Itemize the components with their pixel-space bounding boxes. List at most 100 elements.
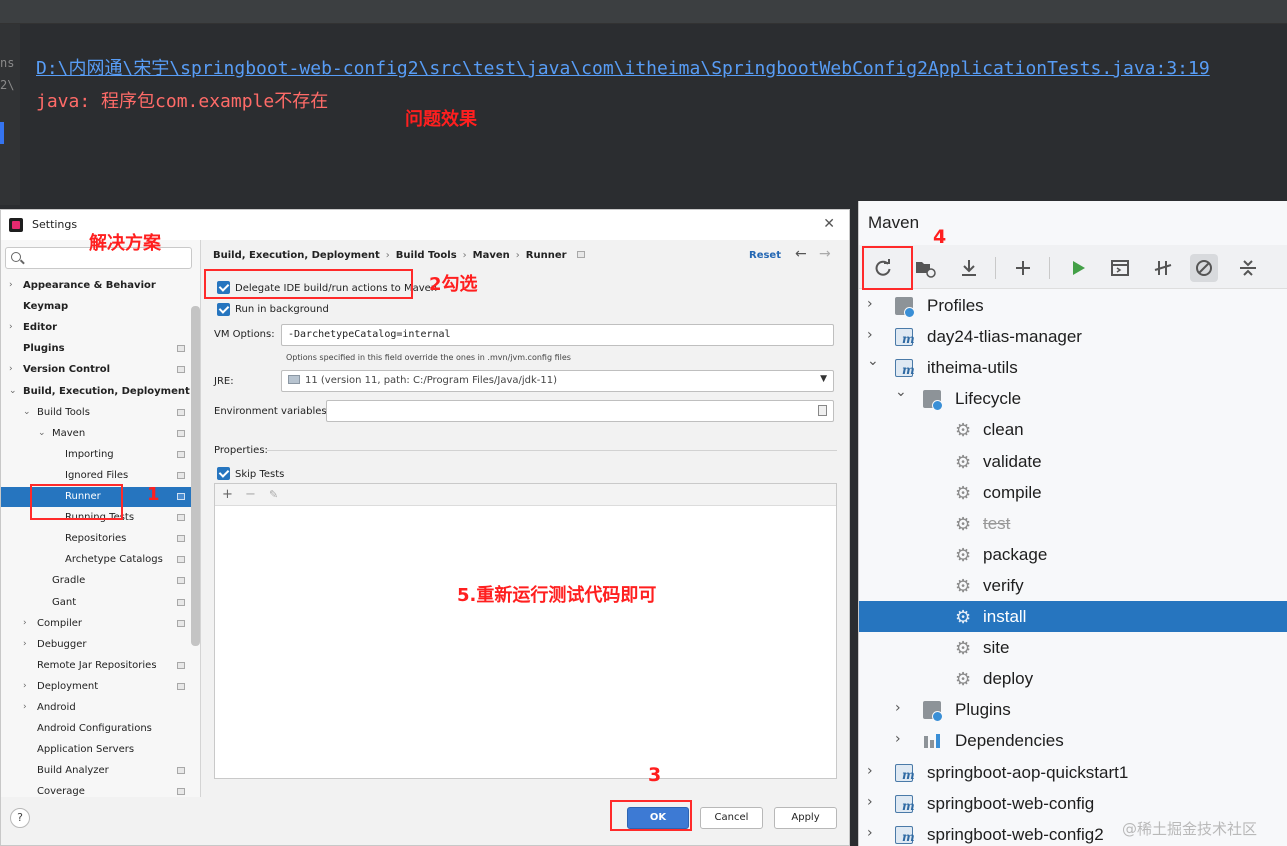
settings-tree-label: Gradle: [52, 575, 86, 587]
chevron-right-icon[interactable]: ›: [23, 681, 27, 691]
maven-tree-item[interactable]: ⚙ install: [859, 601, 1287, 632]
chevron-right-icon[interactable]: ›: [867, 825, 873, 841]
chevron-right-icon[interactable]: ›: [9, 364, 13, 374]
folder-generate-icon[interactable]: [911, 254, 939, 282]
chevron-down-icon[interactable]: ⌄: [895, 384, 907, 400]
chevron-right-icon[interactable]: ›: [9, 280, 13, 290]
help-button[interactable]: ?: [10, 808, 30, 828]
settings-tree-item[interactable]: Application Servers: [1, 740, 191, 760]
browse-icon[interactable]: [818, 405, 827, 416]
maven-tree-item[interactable]: › springboot-aop-quickstart1: [859, 757, 1287, 788]
settings-tree-label: Plugins: [23, 343, 65, 355]
settings-tree-item[interactable]: Plugins: [1, 339, 191, 359]
remove-property-icon[interactable]: −: [245, 487, 256, 502]
tree-scrollbar[interactable]: [191, 306, 200, 646]
maven-tree-item[interactable]: ⚙ test: [859, 508, 1287, 539]
chevron-right-icon[interactable]: ›: [23, 639, 27, 649]
lifecycle-folder-icon: [923, 390, 943, 412]
settings-tree-item[interactable]: Ignored Files: [1, 466, 191, 486]
settings-tree-item[interactable]: › Deployment: [1, 677, 191, 697]
chevron-right-icon[interactable]: ›: [23, 618, 27, 628]
skip-tests-checkbox[interactable]: [217, 467, 230, 480]
toggle-offline-icon[interactable]: [1149, 254, 1177, 282]
chevron-down-icon[interactable]: ⌄: [867, 353, 879, 369]
settings-tree-item[interactable]: › Version Control: [1, 360, 191, 380]
chevron-down-icon[interactable]: ⌄: [9, 386, 17, 396]
settings-tree-item[interactable]: › Editor: [1, 318, 191, 338]
maven-tree-item[interactable]: ⚙ site: [859, 632, 1287, 663]
settings-tree-label: Build Analyzer: [37, 765, 109, 777]
collapse-icon[interactable]: [1234, 254, 1262, 282]
settings-tree-item[interactable]: › Android: [1, 698, 191, 718]
settings-tree-item[interactable]: › Appearance & Behavior: [1, 276, 191, 296]
settings-tree-item[interactable]: › Compiler: [1, 614, 191, 634]
settings-tree-item[interactable]: Coverage: [1, 782, 191, 797]
settings-tree-item[interactable]: Gradle: [1, 571, 191, 591]
settings-tree-item[interactable]: Build Analyzer: [1, 761, 191, 781]
settings-tree-item[interactable]: ⌄ Build Tools: [1, 403, 191, 423]
breadcrumb-item[interactable]: Build, Execution, Deployment: [213, 250, 380, 261]
settings-tree-item[interactable]: Repositories: [1, 529, 191, 549]
error-location-link[interactable]: D:\内网通\宋宇\springboot-web-config2\src\tes…: [36, 54, 1210, 80]
maven-tree-item[interactable]: ⌄ Lifecycle: [859, 383, 1287, 414]
env-vars-field[interactable]: [326, 400, 834, 422]
chevron-right-icon[interactable]: ›: [867, 327, 873, 343]
chevron-right-icon[interactable]: ›: [23, 702, 27, 712]
chevron-right-icon[interactable]: ›: [867, 296, 873, 312]
maven-tree-item[interactable]: ⚙ validate: [859, 446, 1287, 477]
breadcrumb-item[interactable]: Build Tools: [396, 250, 457, 261]
add-icon[interactable]: [1009, 254, 1037, 282]
breadcrumb-item[interactable]: Maven: [473, 250, 510, 261]
jre-select[interactable]: 11 (version 11, path: C:/Program Files/J…: [281, 370, 834, 392]
vm-options-field[interactable]: -DarchetypeCatalog=internal: [281, 324, 834, 346]
add-property-icon[interactable]: +: [222, 487, 233, 502]
maven-tree-item[interactable]: ⌄ itheima-utils: [859, 352, 1287, 383]
chevron-right-icon[interactable]: ›: [867, 763, 873, 779]
chevron-down-icon[interactable]: ⌄: [23, 407, 31, 417]
settings-tree-item[interactable]: Gant: [1, 593, 191, 613]
properties-table[interactable]: + − ✎: [214, 483, 837, 779]
chevron-right-icon[interactable]: ›: [867, 794, 873, 810]
maven-tree-item[interactable]: ⚙ clean: [859, 414, 1287, 445]
edit-property-icon[interactable]: ✎: [269, 488, 278, 501]
settings-tree-item[interactable]: Remote Jar Repositories: [1, 656, 191, 676]
settings-tree-item[interactable]: › Debugger: [1, 635, 191, 655]
settings-tree-item[interactable]: Importing: [1, 445, 191, 465]
skip-tests-icon[interactable]: [1190, 254, 1218, 282]
maven-tree-label: site: [983, 638, 1010, 658]
maven-tree-item[interactable]: › Dependencies: [859, 725, 1287, 756]
run-in-background-checkbox[interactable]: [217, 303, 230, 316]
maven-tree-item[interactable]: › springboot-web-config: [859, 788, 1287, 819]
maven-tree-item[interactable]: ⚙ package: [859, 539, 1287, 570]
maven-tree-item[interactable]: › Plugins: [859, 694, 1287, 725]
gear-icon: ⚙: [955, 451, 972, 473]
forward-arrow-icon[interactable]: →: [819, 246, 831, 262]
back-arrow-icon[interactable]: ←: [795, 246, 807, 262]
run-icon[interactable]: [1064, 254, 1092, 282]
chevron-right-icon[interactable]: ›: [9, 322, 13, 332]
download-icon[interactable]: [955, 254, 983, 282]
maven-tree-item[interactable]: ⚙ verify: [859, 570, 1287, 601]
settings-tree-item[interactable]: ⌄ Build, Execution, Deployment: [1, 382, 191, 402]
jre-label: JRE:: [214, 376, 234, 387]
chevron-right-icon[interactable]: ›: [895, 731, 901, 747]
maven-tree-item[interactable]: › day24-tlias-manager: [859, 321, 1287, 352]
breadcrumb-item[interactable]: Runner: [526, 250, 567, 261]
reset-link[interactable]: Reset: [749, 250, 781, 261]
settings-tree-item[interactable]: Keymap: [1, 297, 191, 317]
settings-tree-item[interactable]: Android Configurations: [1, 719, 191, 739]
execute-goal-icon[interactable]: [1106, 254, 1134, 282]
maven-tree-item[interactable]: › Profiles: [859, 290, 1287, 321]
maven-tree-item[interactable]: ⚙ deploy: [859, 663, 1287, 694]
settings-tree-item[interactable]: Archetype Catalogs: [1, 550, 191, 570]
vm-options-value: -DarchetypeCatalog=internal: [288, 329, 451, 340]
chevron-down-icon[interactable]: ⌄: [38, 428, 46, 438]
maven-tree-item[interactable]: ⚙ compile: [859, 477, 1287, 508]
cancel-button[interactable]: Cancel: [700, 807, 763, 829]
settings-tree-label: Version Control: [23, 364, 111, 376]
apply-button[interactable]: Apply: [774, 807, 837, 829]
settings-tree-item[interactable]: ⌄ Maven: [1, 424, 191, 444]
close-icon[interactable]: ✕: [823, 216, 835, 232]
project-level-icon: [576, 251, 585, 258]
chevron-right-icon[interactable]: ›: [895, 700, 901, 716]
